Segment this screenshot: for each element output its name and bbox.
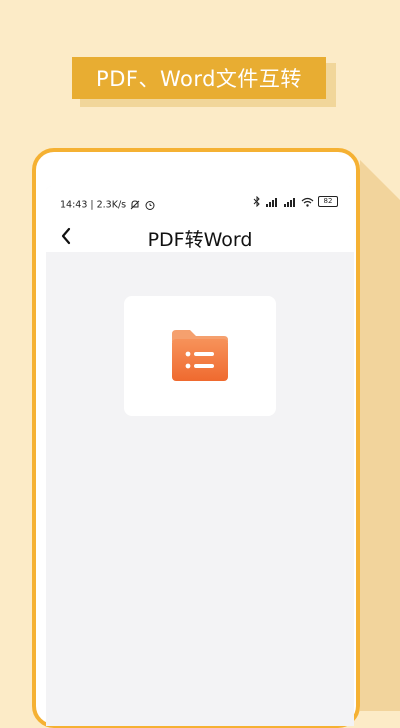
signal-icon (284, 197, 295, 207)
page-title: PDF转Word (147, 229, 253, 251)
file-picker-card[interactable] (124, 296, 276, 416)
status-right: 82 (253, 196, 338, 207)
phone-screen: 14:43 | 2.3K/s 82 PDF转Word (46, 186, 354, 726)
battery-icon: 82 (318, 196, 338, 207)
banner-shadow (80, 99, 326, 107)
mute-icon (130, 200, 140, 210)
folder-list-icon (172, 330, 228, 381)
nav-bar: PDF转Word (46, 220, 354, 252)
battery-level: 82 (323, 197, 333, 205)
status-bar: 14:43 | 2.3K/s 82 (46, 186, 354, 220)
promo-banner: PDF、Word文件互转 (72, 57, 326, 99)
banner-text: PDF、Word文件互转 (96, 67, 302, 91)
alarm-icon (145, 201, 155, 210)
bluetooth-icon (253, 196, 260, 207)
wifi-icon (301, 197, 314, 207)
status-time-speed: 14:43 | 2.3K/s (60, 199, 127, 211)
signal-icon (266, 197, 277, 207)
status-left: 14:43 | 2.3K/s (60, 199, 156, 211)
banner-shadow-right (326, 63, 336, 107)
